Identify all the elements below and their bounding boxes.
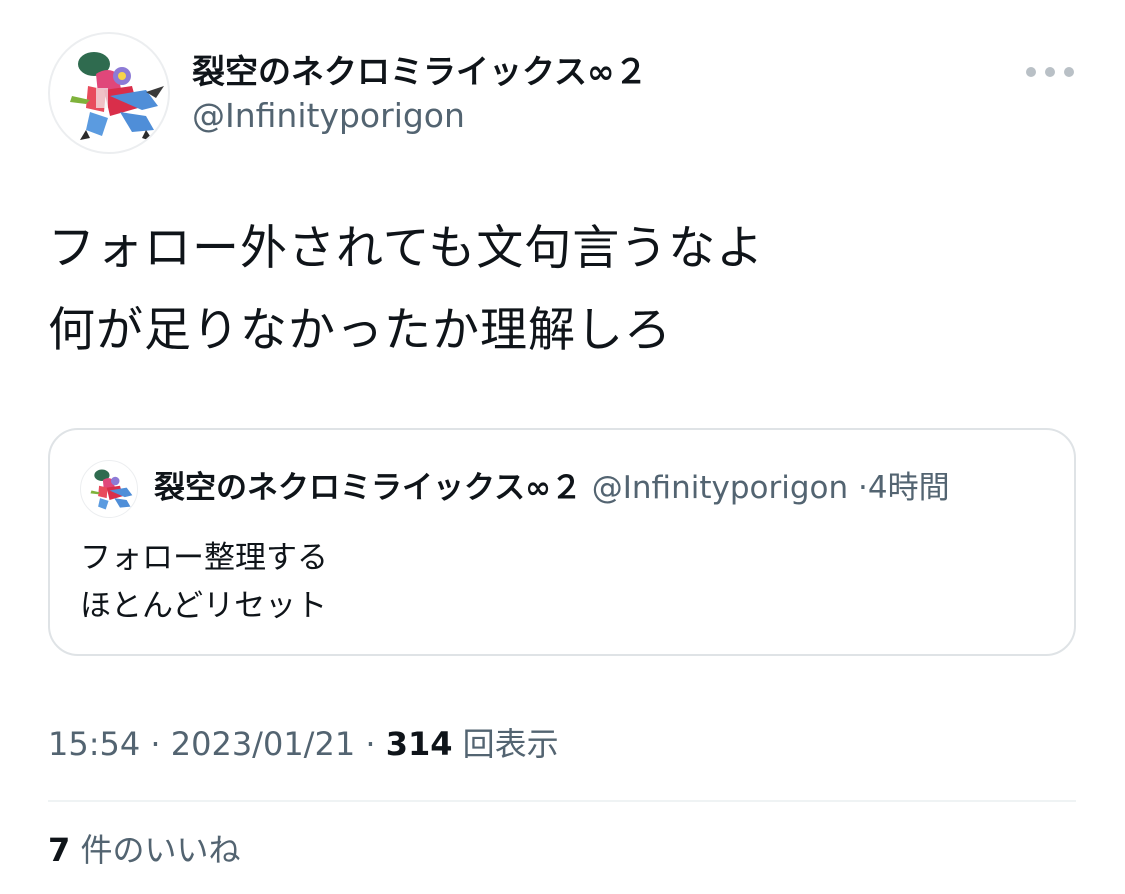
more-options-button[interactable] xyxy=(1026,60,1074,84)
author-avatar[interactable] xyxy=(48,32,170,154)
divider xyxy=(48,800,1076,802)
likes-label: 件のいいね xyxy=(80,831,241,869)
quoted-relative-time: 4時間 xyxy=(867,470,950,506)
more-dot-icon xyxy=(1026,67,1036,77)
tweet-text-line: 何が足りなかったか理解しろ xyxy=(48,303,672,358)
tweet-time[interactable]: 15:54 xyxy=(48,725,140,763)
tweet-text: フォロー外されても文句言うなよ 何が足りなかったか理解しろ xyxy=(48,208,1078,372)
quoted-text-line: ほとんどリセット xyxy=(80,588,328,624)
tweet-meta: 15:54 · 2023/01/21 · 314 回表示 xyxy=(48,722,559,766)
meta-separator: · xyxy=(355,725,386,763)
pokemon-avatar-icon xyxy=(70,52,164,142)
quoted-text-line: フォロー整理する xyxy=(80,540,328,576)
views-count[interactable]: 314 xyxy=(386,725,453,763)
quoted-author-display-name: 裂空のネクロミライックス∞２ xyxy=(154,470,582,506)
quoted-separator: · xyxy=(858,470,868,506)
author-handle[interactable]: @Infinityporigon xyxy=(192,96,465,136)
quoted-tweet-card[interactable]: 裂空のネクロミライックス∞２ @Infinityporigon ·4時間 フォロ… xyxy=(48,428,1076,656)
tweet-text-line: フォロー外されても文句言うなよ xyxy=(48,221,765,276)
quoted-author-avatar xyxy=(80,460,138,518)
tweet-detail: 裂空のネクロミライックス∞２ @Infinityporigon フォロー外されて… xyxy=(0,0,1125,894)
quoted-tweet-text: フォロー整理する ほとんどリセット xyxy=(80,534,328,630)
quoted-author-handle: @Infinityporigon xyxy=(591,470,849,506)
quoted-tweet-header: 裂空のネクロミライックス∞２ @Infinityporigon ·4時間 xyxy=(154,468,950,508)
tweet-date[interactable]: 2023/01/21 xyxy=(171,725,355,763)
more-dot-icon xyxy=(1064,67,1074,77)
views-label: 回表示 xyxy=(462,725,559,763)
author-display-name[interactable]: 裂空のネクロミライックス∞２ xyxy=(192,52,648,92)
more-dot-icon xyxy=(1045,67,1055,77)
likes-link[interactable]: 7 件のいいね xyxy=(48,828,240,872)
likes-count: 7 xyxy=(48,831,71,869)
pokemon-avatar-icon xyxy=(90,469,133,510)
meta-separator: · xyxy=(140,725,171,763)
